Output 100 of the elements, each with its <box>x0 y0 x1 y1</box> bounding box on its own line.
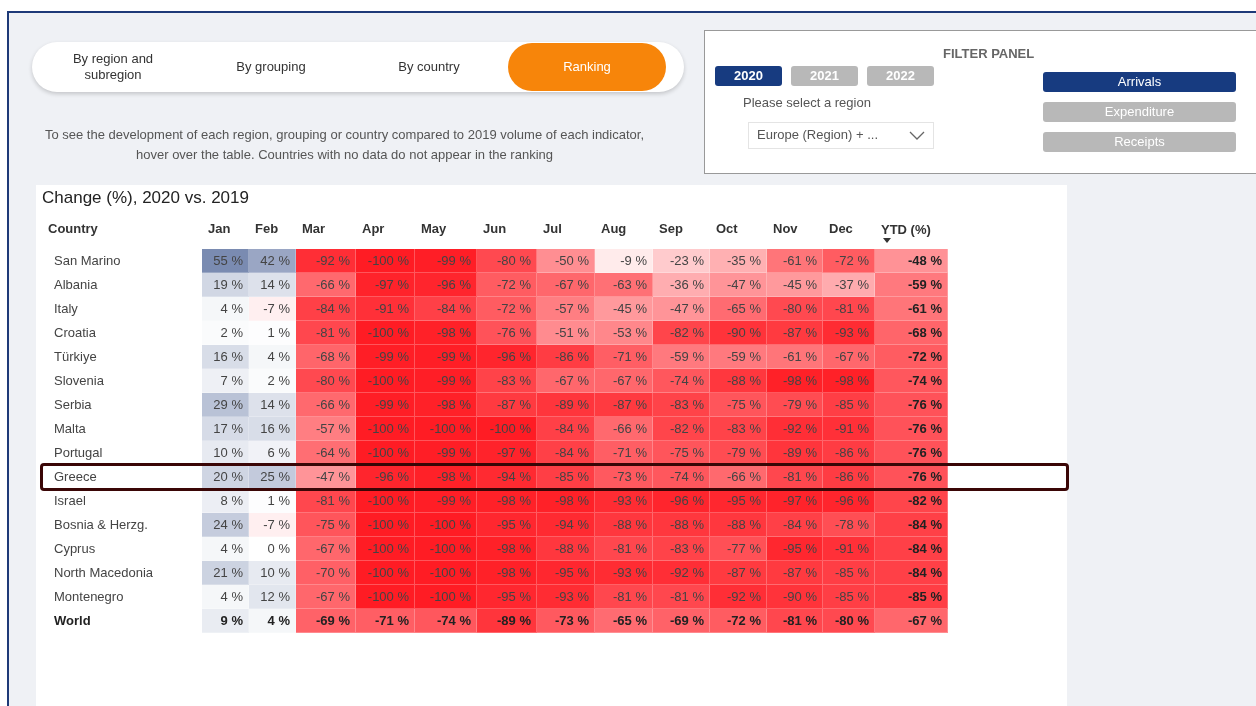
table-cell: -59 % <box>875 273 948 297</box>
table-cell: -83 % <box>653 537 710 561</box>
table-cell: -72 % <box>823 249 875 273</box>
indicator-button[interactable]: Arrivals <box>1043 72 1236 92</box>
table-cell: -95 % <box>710 489 767 513</box>
table-cell: -45 % <box>767 273 823 297</box>
table-row[interactable]: Slovenia 7 % 2 % -80 % -100 % -99 % -83 % -67 % -67 % -74 % -88 % -98 % -98 % -74 % <box>42 369 1067 393</box>
column-header[interactable]: Nov <box>767 214 823 243</box>
table-row[interactable]: Türkiye 16 % 4 % -68 % -99 % -99 % -96 % -86 % -71 % -59 % -59 % -61 % -67 % -72 % <box>42 345 1067 369</box>
table-cell: -98 % <box>767 369 823 393</box>
table-cell: -57 % <box>537 297 595 321</box>
table-row[interactable]: Montenegro 4 % 12 % -67 % -100 % -100 % -95 % -93 % -81 % -81 % -92 % -90 % -85 % -85 % <box>42 585 1067 609</box>
table-cell: -80 % <box>477 249 537 273</box>
tab[interactable]: By region and subregion <box>34 43 192 91</box>
region-label: Please select a region <box>743 94 872 112</box>
table-cell: -72 % <box>710 609 767 633</box>
table-cell: -81 % <box>767 609 823 633</box>
table-row[interactable]: World 9 % 4 % -69 % -71 % -74 % -89 % -73 % -65 % -69 % -72 % -81 % -80 % -67 % <box>42 609 1067 633</box>
table-cell: 29 % <box>202 393 249 417</box>
table-cell: -100 % <box>415 585 477 609</box>
column-header[interactable]: Oct <box>710 214 767 243</box>
table-cell: -84 % <box>875 513 948 537</box>
table-cell: 24 % <box>202 513 249 537</box>
table-row[interactable]: Serbia 29 % 14 % -66 % -99 % -98 % -87 % -89 % -87 % -83 % -75 % -79 % -85 % -76 % <box>42 393 1067 417</box>
year-button[interactable]: 2020 <box>715 66 782 86</box>
table-row[interactable]: North Macedonia 21 % 10 % -70 % -100 % -100 % -98 % -95 % -93 % -92 % -87 % -87 % -85 % -84 % <box>42 561 1067 585</box>
table-cell: -67 % <box>595 369 653 393</box>
table-cell: -72 % <box>477 273 537 297</box>
table-cell: -75 % <box>710 393 767 417</box>
table-row[interactable]: Portugal 10 % 6 % -64 % -100 % -99 % -97 % -84 % -71 % -75 % -79 % -89 % -86 % -76 % <box>42 441 1067 465</box>
table-cell: -78 % <box>823 513 875 537</box>
column-header[interactable]: Jul <box>537 214 595 243</box>
country-name: Slovenia <box>53 372 105 391</box>
table-row[interactable]: Malta 17 % 16 % -57 % -100 % -100 % -100 % -84 % -66 % -82 % -83 % -92 % -91 % -76 % <box>42 417 1067 441</box>
region-dropdown[interactable]: Europe (Region) + ... <box>748 121 934 149</box>
table-cell: 4 % <box>202 537 249 561</box>
table-cell: -96 % <box>415 273 477 297</box>
table-cell: -53 % <box>595 321 653 345</box>
column-header[interactable]: YTD (%) <box>875 214 948 243</box>
table-cell: 42 % <box>249 249 296 273</box>
table-cell: -63 % <box>595 273 653 297</box>
table-cell: -45 % <box>595 297 653 321</box>
table-cell: -98 % <box>477 489 537 513</box>
table-cell: -83 % <box>710 417 767 441</box>
table-cell: 10 % <box>202 441 249 465</box>
column-header[interactable]: Dec <box>823 214 875 243</box>
table-cell: -73 % <box>537 609 595 633</box>
column-header[interactable]: May <box>415 214 477 243</box>
country-name: Malta <box>53 420 87 439</box>
table-cell: -92 % <box>653 561 710 585</box>
table-cell: 25 % <box>249 465 296 489</box>
table-cell: -96 % <box>356 465 415 489</box>
table-row[interactable]: Croatia 2 % 1 % -81 % -100 % -98 % -76 % -51 % -53 % -82 % -90 % -87 % -93 % -68 % <box>42 321 1067 345</box>
column-header[interactable]: Sep <box>653 214 710 243</box>
table-row[interactable]: San Marino 55 % 42 % -92 % -100 % -99 % -80 % -50 % -9 % -23 % -35 % -61 % -72 % -48 % <box>42 249 1067 273</box>
tab[interactable]: By grouping <box>192 43 350 91</box>
table-cell: -100 % <box>356 321 415 345</box>
table-cell: -95 % <box>767 537 823 561</box>
table-cell: -66 % <box>710 465 767 489</box>
selected-table-row[interactable]: Greece 20 % 25 % -47 % -96 % -98 % -94 % -85 % -73 % -74 % -66 % -81 % -86 % -76 % <box>42 465 1067 489</box>
table-cell: -74 % <box>653 465 710 489</box>
table-cell: -9 % <box>595 249 653 273</box>
table-cell: -84 % <box>296 297 356 321</box>
table-cell: -88 % <box>710 513 767 537</box>
column-header[interactable]: Apr <box>356 214 415 243</box>
column-header[interactable]: Jan <box>202 214 249 243</box>
table-cell: -65 % <box>595 609 653 633</box>
table-cell: -67 % <box>296 537 356 561</box>
column-header[interactable]: Aug <box>595 214 653 243</box>
table-cell: -97 % <box>477 441 537 465</box>
table-cell: -81 % <box>595 537 653 561</box>
tab[interactable]: By country <box>350 43 508 91</box>
table-cell: -67 % <box>296 585 356 609</box>
table-cell: -100 % <box>415 417 477 441</box>
table-row[interactable]: Bosnia & Herzg. 24 % -7 % -75 % -100 % -100 % -95 % -94 % -88 % -88 % -88 % -84 % -78 % -84 % <box>42 513 1067 537</box>
table-cell: 12 % <box>249 585 296 609</box>
table-cell: -76 % <box>477 321 537 345</box>
column-header[interactable]: Mar <box>296 214 356 243</box>
table-cell: -92 % <box>767 417 823 441</box>
table-cell: -86 % <box>823 465 875 489</box>
table-cell: -36 % <box>653 273 710 297</box>
table-cell: -93 % <box>537 585 595 609</box>
column-header[interactable]: Feb <box>249 214 296 243</box>
table-cell: -99 % <box>415 249 477 273</box>
table-row[interactable]: Albania 19 % 14 % -66 % -97 % -96 % -72 % -67 % -63 % -36 % -47 % -45 % -37 % -59 % <box>42 273 1067 297</box>
country-name: Serbia <box>53 396 93 415</box>
table-cell: -81 % <box>296 489 356 513</box>
table-cell: -71 % <box>595 441 653 465</box>
table-row[interactable]: Italy 4 % -7 % -84 % -91 % -84 % -72 % -57 % -45 % -47 % -65 % -80 % -81 % -61 % <box>42 297 1067 321</box>
table-cell: -81 % <box>767 465 823 489</box>
table-cell: -89 % <box>477 609 537 633</box>
table-cell: -47 % <box>710 273 767 297</box>
table-row[interactable]: Cyprus 4 % 0 % -67 % -100 % -100 % -98 % -88 % -81 % -83 % -77 % -95 % -91 % -84 % <box>42 537 1067 561</box>
column-header[interactable]: Country <box>42 214 202 243</box>
table-cell: -84 % <box>537 441 595 465</box>
column-header[interactable]: Jun <box>477 214 537 243</box>
table-cell: -81 % <box>653 585 710 609</box>
table-cell: -84 % <box>767 513 823 537</box>
table-row[interactable]: Israel 8 % 1 % -81 % -100 % -99 % -98 % -98 % -93 % -96 % -95 % -97 % -96 % -82 % <box>42 489 1067 513</box>
table-cell: -92 % <box>296 249 356 273</box>
